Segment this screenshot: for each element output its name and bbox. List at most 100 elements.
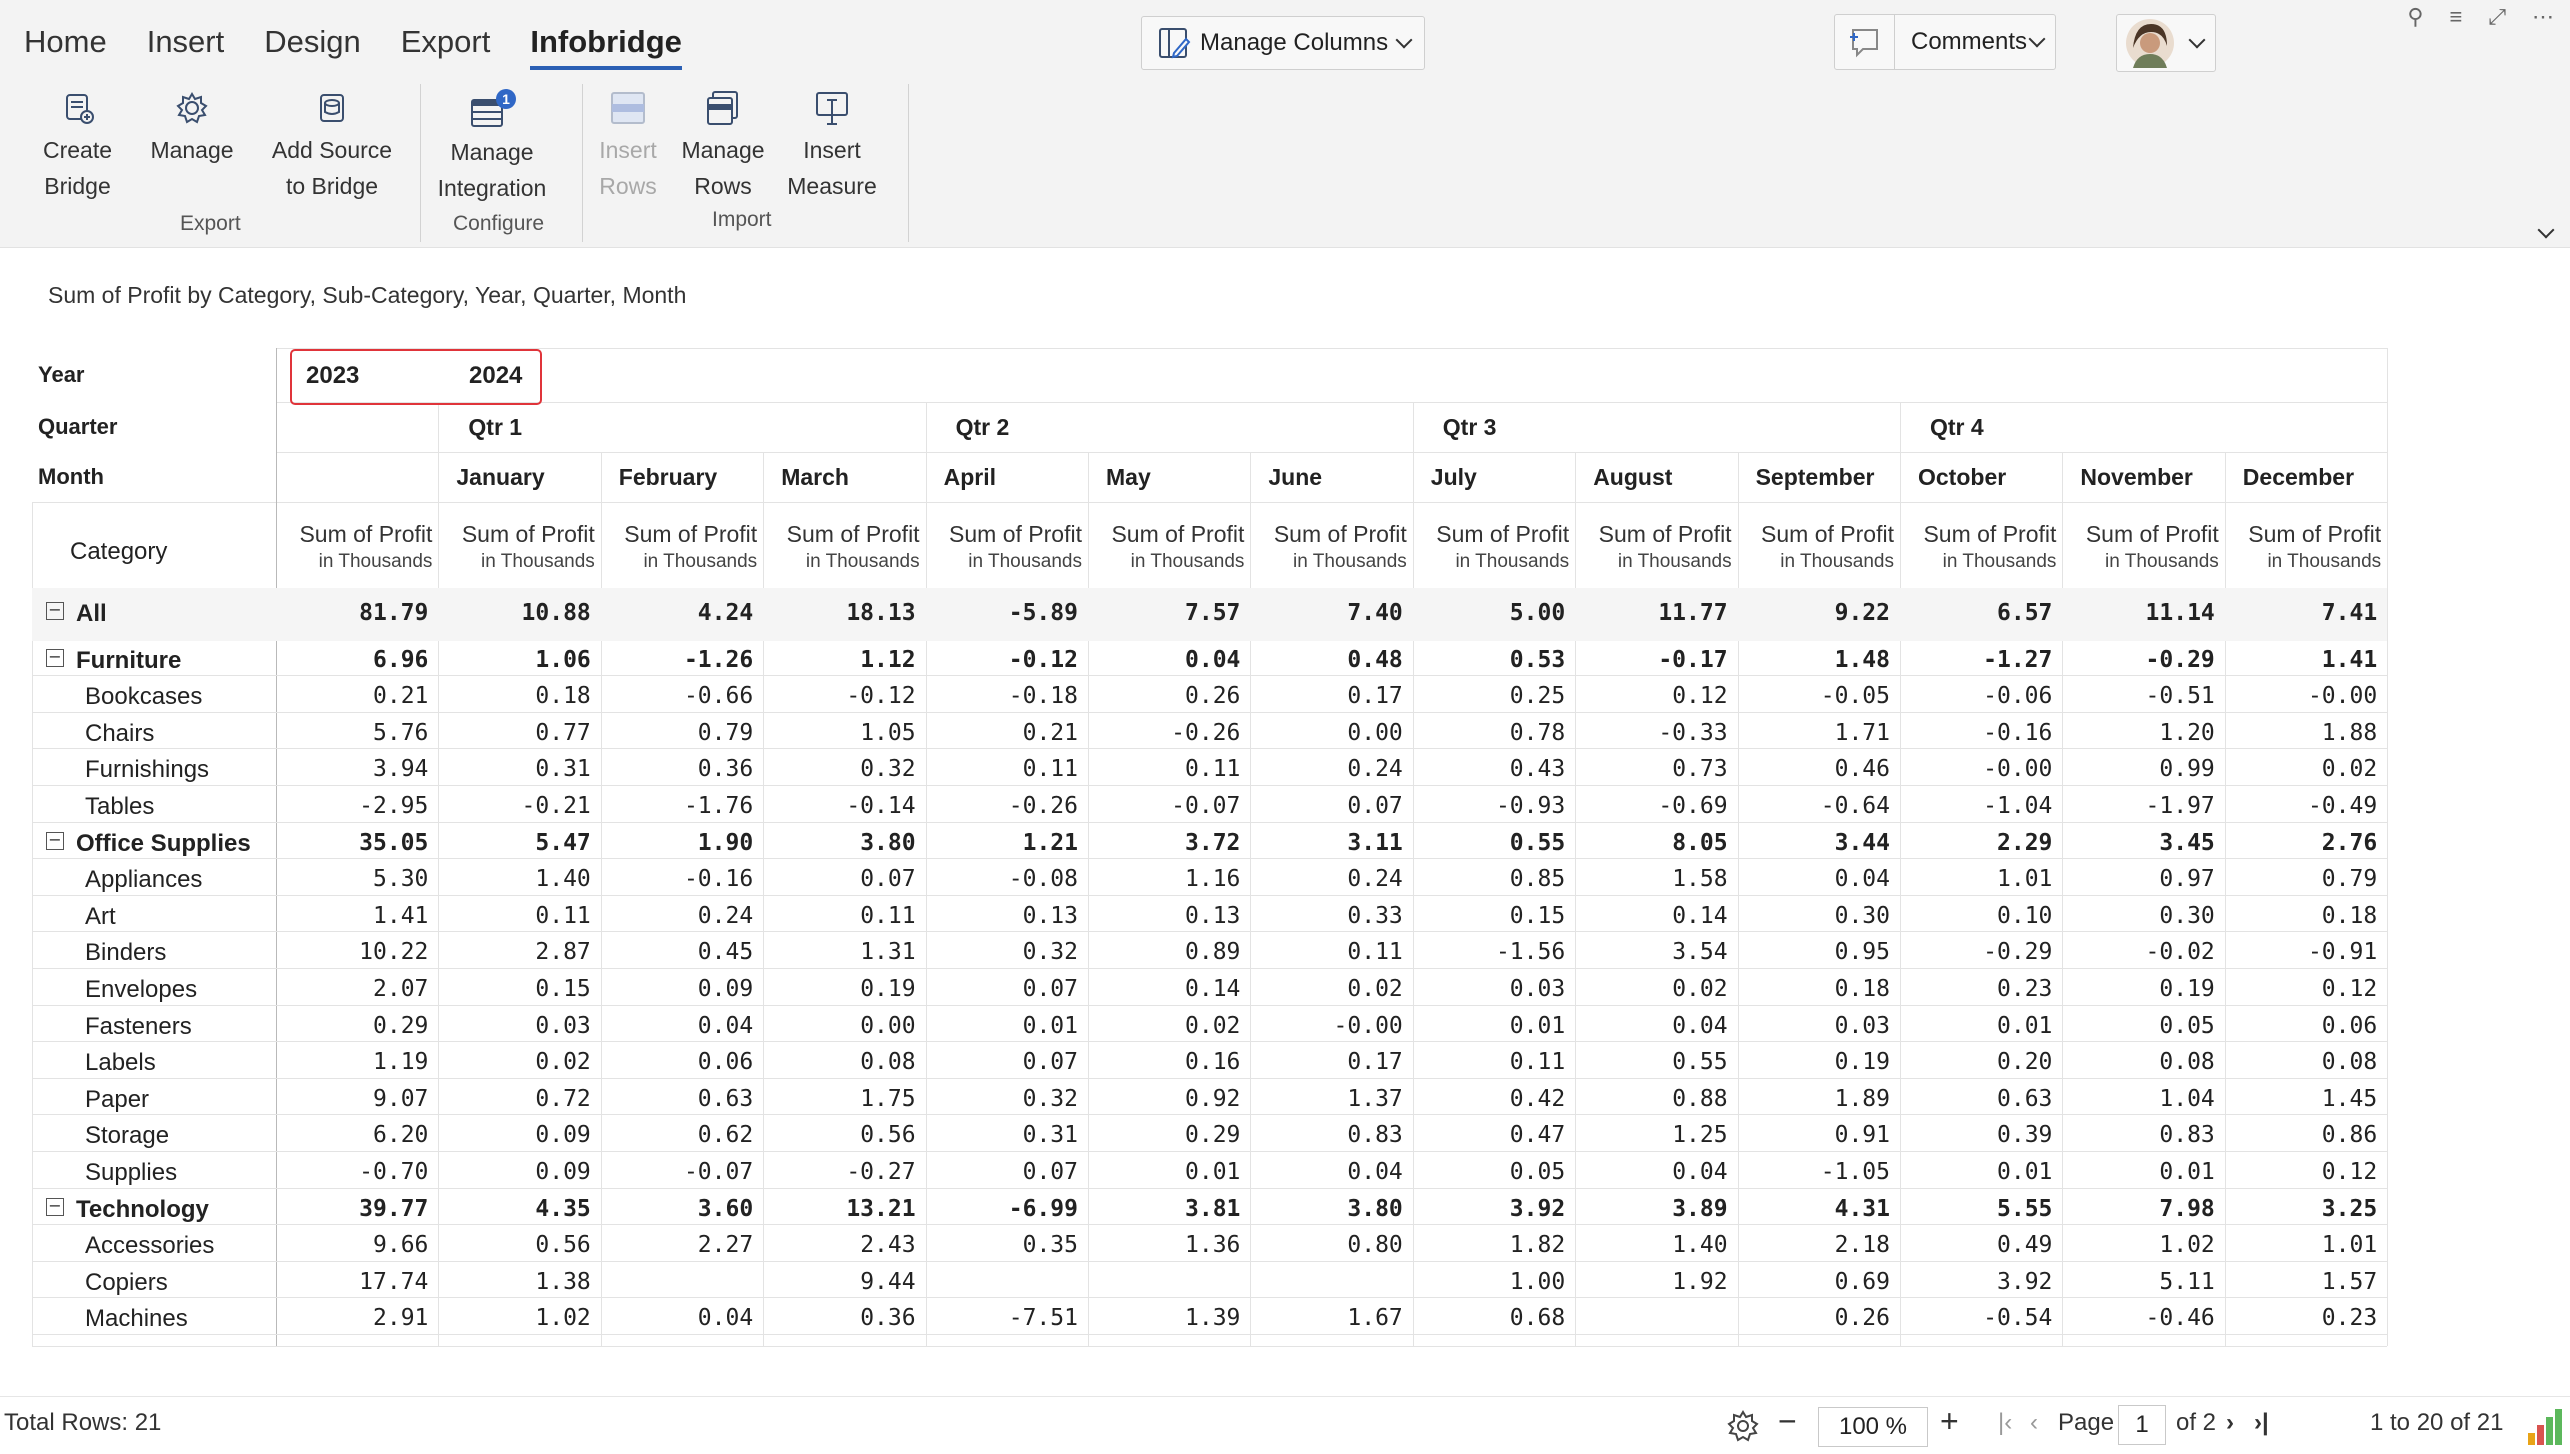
create-bridge-button[interactable]: Create Bridge [30, 88, 125, 204]
manage-columns-dropdown[interactable]: Manage Columns [1141, 16, 1425, 70]
prev-page-icon[interactable]: ‹ [2030, 1409, 2038, 1437]
next-page-icon[interactable]: › [2226, 1409, 2234, 1437]
brand-logo-icon [2528, 1409, 2562, 1445]
table-cell-value: 0.85 [1509, 866, 1566, 893]
table-cell-value: 1.48 [1834, 646, 1890, 673]
table-cell-value: 1.89 [1834, 1085, 1890, 1112]
tab-design[interactable]: Design [264, 24, 361, 70]
month-header: April [943, 464, 996, 490]
zoom-level-input[interactable]: 100 % [1818, 1407, 1928, 1447]
table-cell-value: -0.51 [2145, 683, 2215, 710]
table-cell-value: 0.20 [1997, 1049, 2053, 1076]
table-cell-value: 2.87 [535, 939, 591, 966]
measure-name: Sum of Profit [624, 521, 758, 547]
row-label[interactable]: Technology [76, 1196, 209, 1224]
table-cell-value: 3.54 [1672, 939, 1728, 966]
insert-rows-label-2: Rows [599, 173, 657, 199]
settings-icon[interactable] [1724, 1407, 1762, 1445]
insert-rows-button[interactable]: Insert Rows [590, 88, 666, 204]
table-cell-value: -0.49 [2307, 793, 2378, 819]
filter-icon[interactable]: ≡ [2450, 4, 2463, 30]
table-cell-value: 7.57 [1185, 600, 1241, 626]
tab-export[interactable]: Export [401, 24, 491, 70]
insert-measure-label-2: Measure [787, 173, 877, 199]
grid-line [32, 1346, 2388, 1347]
table-cell-value: 7.40 [1347, 600, 1403, 626]
page-label: Page [2058, 1409, 2115, 1436]
year-selection-highlight [290, 349, 542, 405]
month-header: December [2242, 464, 2355, 490]
manage-integration-button[interactable]: 1 Manage Integration [430, 88, 554, 206]
grid-line [32, 1260, 2388, 1262]
table-cell-value: 0.36 [860, 1305, 916, 1332]
table-cell-value: 0.95 [1834, 939, 1890, 966]
row-label[interactable]: Furniture [76, 647, 181, 675]
more-icon[interactable]: ⋯ [2532, 4, 2554, 30]
table-cell-value: 11.77 [1658, 600, 1728, 626]
measure-unit: in Thousands [481, 551, 595, 572]
comment-add-button[interactable] [1835, 15, 1895, 69]
table-cell-value: -0.16 [1983, 719, 2053, 746]
month-header: October [1918, 464, 2007, 490]
group-label-configure: Configure [453, 212, 545, 235]
user-menu[interactable] [2116, 14, 2216, 72]
manage-button[interactable]: Manage [142, 88, 242, 168]
manage-integration-label-1: Manage [450, 139, 534, 165]
table-cell-value: 4.24 [697, 600, 754, 626]
first-page-icon[interactable]: |‹ [1998, 1409, 2012, 1437]
insert-measure-button[interactable]: Insert Measure [780, 88, 884, 204]
table-cell-value: 0.02 [1185, 1012, 1241, 1039]
table-cell-value: -0.54 [1983, 1305, 2053, 1332]
pin-icon[interactable]: ⚲ [2407, 4, 2423, 30]
table-cell-value: 1.75 [860, 1085, 916, 1112]
collapse-ribbon-icon[interactable] [2537, 221, 2555, 239]
manage-rows-button[interactable]: Manage Rows [672, 88, 774, 204]
table-cell-value: 7.98 [2159, 1195, 2215, 1222]
table-cell-value: -0.06 [1983, 683, 2053, 710]
measure-name: Sum of Profit [786, 521, 920, 547]
measure-unit: in Thousands [805, 551, 920, 572]
collapse-toggle-icon[interactable]: − [46, 1197, 64, 1216]
table-cell-value: 0.11 [535, 902, 591, 929]
table-cell-value: 0.07 [1022, 1159, 1078, 1185]
row-label: Accessories [85, 1232, 215, 1260]
table-cell-value: 0.09 [697, 976, 754, 1002]
grid-line [1412, 402, 1414, 452]
tab-home[interactable]: Home [24, 24, 107, 70]
tab-infobridge[interactable]: Infobridge [530, 24, 682, 70]
row-label: Labels [85, 1049, 156, 1077]
row-label: Appliances [85, 866, 203, 894]
table-cell-value: 1.21 [1022, 829, 1078, 856]
measure-name: Sum of Profit [1761, 521, 1894, 547]
table-cell-value: 0.01 [1997, 1159, 2053, 1185]
status-bar: Total Rows: 21 − 100 % + |‹ ‹ Page 1 of … [0, 1396, 2570, 1454]
table-cell-value: 0.18 [535, 683, 591, 710]
table-cell-value: 0.49 [1997, 1232, 2053, 1259]
quarter-header: Qtr 4 [1930, 414, 1984, 440]
table-cell-value: 0.26 [1185, 683, 1241, 710]
table-cell-value: 0.01 [1022, 1012, 1078, 1039]
comments-control[interactable]: Comments [1834, 14, 2056, 70]
insert-measure-icon [816, 92, 848, 125]
table-cell-value: 2.27 [697, 1232, 754, 1259]
table-cell-value: 3.81 [1185, 1195, 1241, 1222]
total-rows-text: Total Rows: 21 [4, 1409, 162, 1436]
measure-unit: in Thousands [2105, 551, 2219, 572]
row-label[interactable]: All [76, 600, 107, 628]
table-cell-value: 0.04 [1672, 1012, 1728, 1039]
add-source-to-bridge-button[interactable]: Add Source to Bridge [266, 88, 398, 204]
table-cell-value: 2.91 [373, 1305, 429, 1332]
collapse-toggle-icon[interactable]: − [46, 831, 64, 850]
row-label[interactable]: Office Supplies [76, 830, 251, 858]
last-page-icon[interactable]: ›| [2254, 1409, 2269, 1437]
page-number-input[interactable]: 1 [2118, 1405, 2166, 1445]
tab-insert[interactable]: Insert [147, 24, 225, 70]
table-cell-value: 0.83 [2159, 1122, 2215, 1149]
collapse-toggle-icon[interactable]: − [46, 602, 64, 620]
zoom-in-button[interactable]: + [1940, 1403, 1959, 1440]
table-cell-value: 0.18 [1834, 976, 1890, 1002]
table-cell-value: -1.04 [1983, 793, 2053, 819]
collapse-toggle-icon[interactable]: − [46, 648, 64, 667]
expand-icon[interactable]: ⤢ [2488, 4, 2506, 30]
zoom-out-button[interactable]: − [1778, 1403, 1797, 1440]
